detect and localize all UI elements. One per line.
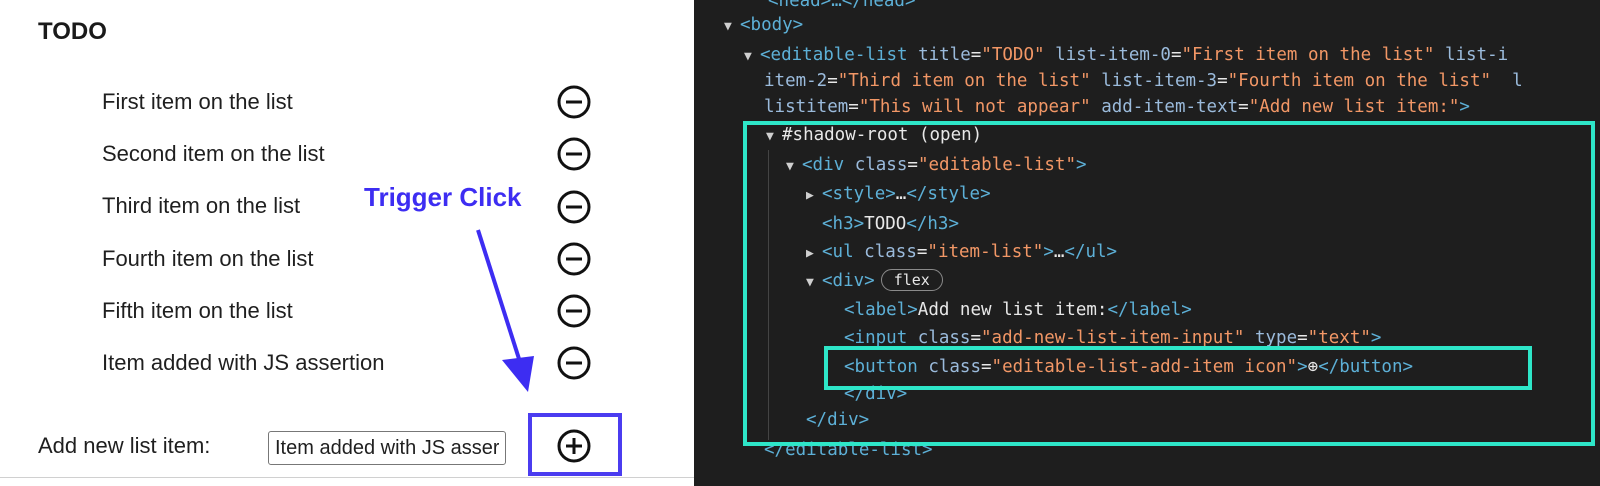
list-item-label: Second item on the list	[102, 141, 325, 166]
list-item: Second item on the list	[102, 133, 622, 173]
page-title: TODO	[38, 18, 107, 45]
divider	[0, 477, 694, 478]
shadow-root-highlight-box	[743, 121, 1595, 446]
dom-attr: item-2	[764, 71, 828, 91]
dom-attr: l	[1512, 71, 1523, 91]
dom-attr-value: "Add new list item:"	[1248, 97, 1460, 117]
dom-line-body[interactable]: ▼ <body>	[724, 12, 803, 38]
minus-circle-icon	[557, 85, 591, 119]
dom-attr-value: "First item on the list"	[1181, 45, 1435, 65]
dom-line-editable-list[interactable]: ▼ <editable-list title="TODO" list-item-0…	[744, 42, 1508, 68]
remove-item-button[interactable]	[556, 189, 592, 225]
dom-attr-value: "TODO"	[981, 45, 1045, 65]
list-item: Fourth item on the list	[102, 238, 622, 278]
dom-tag: editable-list	[770, 45, 908, 65]
minus-circle-icon	[557, 190, 591, 224]
remove-item-button[interactable]	[556, 84, 592, 120]
remove-item-button[interactable]	[556, 293, 592, 329]
todo-panel: TODO First item on the list Second item …	[0, 0, 694, 486]
dom-attr: listitem	[764, 97, 849, 117]
list-item-label: First item on the list	[102, 89, 293, 114]
list-item: Item added with JS assertion	[102, 342, 622, 382]
dom-line-wrapped: item-2="Third item on the list" list-ite…	[764, 71, 1523, 91]
dom-head: <head>…</head>	[768, 0, 916, 11]
dom-attr: list-item-3	[1101, 71, 1218, 91]
list-item: First item on the list	[102, 81, 622, 121]
dom-line-wrapped: listitem="This will not appear" add-item…	[764, 97, 1470, 117]
add-item-input[interactable]	[268, 431, 506, 465]
list-item: Fifth item on the list	[102, 290, 622, 330]
list-item-label: Fifth item on the list	[102, 298, 293, 323]
minus-circle-icon	[557, 294, 591, 328]
list-item-label: Third item on the list	[102, 193, 301, 218]
remove-item-button[interactable]	[556, 345, 592, 381]
list-item-label: Fourth item on the list	[102, 246, 314, 271]
add-item-label: Add new list item:	[38, 433, 211, 458]
minus-circle-icon	[557, 242, 591, 276]
remove-item-button[interactable]	[556, 136, 592, 172]
dom-body: <body>	[740, 15, 804, 35]
dom-attr-value: "Third item on the list"	[837, 71, 1091, 91]
list-item: Third item on the list	[102, 185, 622, 225]
dom-attr: list-i	[1444, 45, 1509, 65]
dom-attr: add-item-text	[1101, 97, 1239, 117]
dom-attr: list-item-0	[1055, 45, 1171, 65]
list-item-label: Item added with JS assertion	[102, 350, 385, 375]
trigger-click-annotation: Trigger Click	[364, 182, 522, 212]
click-highlight-box	[528, 413, 622, 476]
button-highlight-box	[824, 346, 1532, 390]
minus-circle-icon	[557, 346, 591, 380]
remove-item-button[interactable]	[556, 241, 592, 277]
devtools-elements-panel: <head>…</head> ▼ <body> ▼ <editable-list t…	[694, 0, 1600, 486]
expand-triangle-icon[interactable]: ▼	[724, 14, 740, 40]
dom-attr: title	[918, 45, 971, 65]
dom-attr-value: "This will not appear"	[858, 97, 1091, 117]
dom-attr-value: "Fourth item on the list"	[1227, 71, 1492, 91]
expand-triangle-icon[interactable]: ▼	[744, 44, 760, 70]
minus-circle-icon	[557, 137, 591, 171]
